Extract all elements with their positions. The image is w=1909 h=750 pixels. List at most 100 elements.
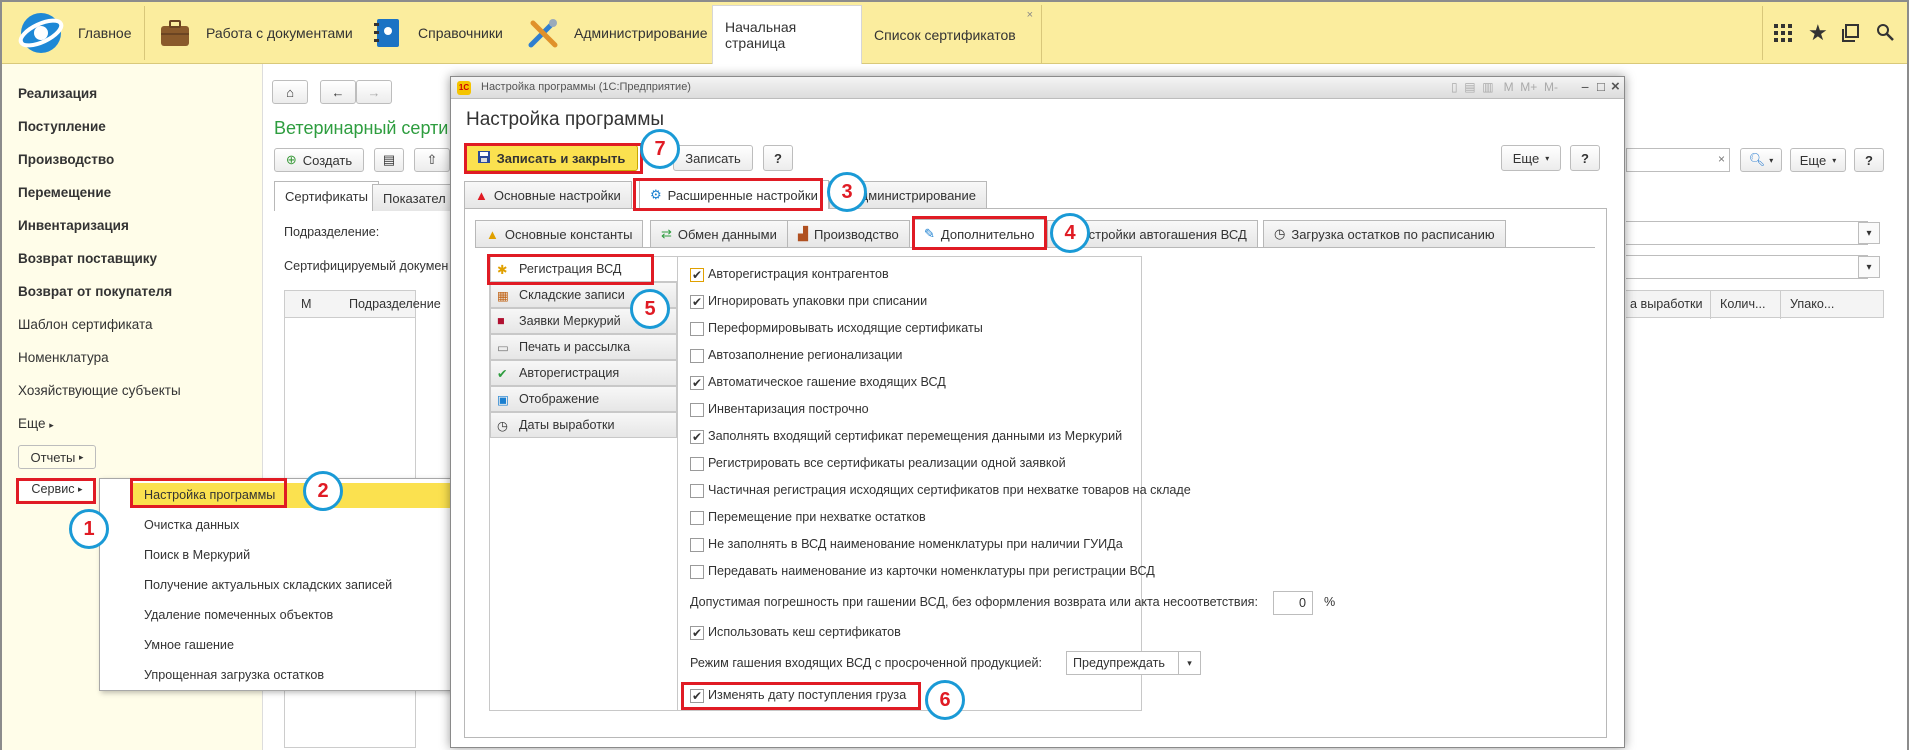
menu-item-mercury-search[interactable]: Поиск в Меркурий: [144, 548, 250, 562]
checkbox-reformat-outgoing[interactable]: [690, 322, 704, 336]
tolerance-label: Допустимая погрешность при гашении ВСД, …: [690, 595, 1258, 609]
back-button[interactable]: ←: [320, 80, 356, 104]
page-title: Ветеринарный серти: [274, 118, 449, 138]
sidebar-item-receipts[interactable]: Поступление: [18, 119, 106, 134]
sidebar-item-return-customer[interactable]: Возврат от покупателя: [18, 284, 172, 299]
tab-basic-settings[interactable]: ▲ Основные настройки: [464, 181, 632, 208]
clear-search-icon[interactable]: ×: [1718, 152, 1725, 166]
menu-item-smart-redeem[interactable]: Умное гашение: [144, 638, 234, 652]
col-subdivision[interactable]: Подразделение: [349, 297, 441, 311]
sidebar-item-more[interactable]: Еще ▸: [18, 416, 54, 431]
close-tab-icon[interactable]: ×: [1027, 9, 1033, 21]
copy-icon: ▤: [382, 152, 396, 167]
menu-item-stock-records[interactable]: Получение актуальных складских записей: [144, 578, 392, 592]
document-dropdown-icon[interactable]: ▾: [1858, 256, 1880, 278]
section-references[interactable]: Справочники: [370, 2, 503, 64]
main-more-label: Еще: [1799, 152, 1827, 168]
checkbox-transfer-shortage[interactable]: [690, 511, 704, 525]
checkbox-auto-register-counterparties[interactable]: ✔: [690, 268, 704, 282]
history-icon[interactable]: [1842, 24, 1860, 45]
section-documents[interactable]: Работа с документами: [158, 2, 353, 64]
annotation-badge-7: 7: [640, 129, 680, 169]
sidebar-item-entities[interactable]: Хозяйствующие субъекты: [18, 383, 181, 398]
print-button[interactable]: ⇧: [414, 148, 450, 172]
minimize-icon[interactable]: −: [1581, 79, 1589, 95]
sidebar-item-production[interactable]: Производство: [18, 152, 114, 167]
apps-grid-icon[interactable]: [1774, 24, 1792, 45]
tab-certs[interactable]: Сертификаты: [274, 181, 379, 211]
close-icon[interactable]: ×: [1611, 78, 1620, 95]
reports-button[interactable]: Отчеты ▸: [18, 445, 96, 469]
checkbox-ignore-packaging[interactable]: ✔: [690, 295, 704, 309]
tab-certificates[interactable]: Список сертификатов ×: [862, 5, 1042, 64]
chevron-down-icon[interactable]: ▾: [1178, 651, 1200, 675]
maximize-icon[interactable]: □: [1597, 79, 1605, 94]
col-packaging[interactable]: Упако...: [1790, 297, 1834, 311]
main-more-button[interactable]: Еще ▾: [1790, 148, 1846, 172]
search-button[interactable]: 🔍︎ ▾: [1740, 148, 1782, 172]
col-production-date[interactable]: а выработки: [1630, 297, 1703, 311]
checkbox-pass-card-name[interactable]: [690, 565, 704, 579]
checkbox-fill-incoming-transfer[interactable]: ✔: [690, 430, 704, 444]
subtab-scheduled-load[interactable]: ◷ Загрузка остатков по расписанию: [1263, 220, 1506, 247]
favorites-star-icon[interactable]: ★: [1808, 20, 1828, 46]
check-icon: ✔: [497, 367, 508, 381]
dialog-help2-button[interactable]: ?: [1570, 145, 1600, 171]
checkbox-auto-redeem-incoming[interactable]: ✔: [690, 376, 704, 390]
tolerance-input[interactable]: 0: [1273, 591, 1313, 615]
expired-mode-value: Предупреждать: [1073, 656, 1165, 670]
menu-item-simple-load[interactable]: Упрощенная загрузка остатков: [144, 668, 324, 682]
section-admin[interactable]: Администрирование: [526, 2, 708, 64]
home-button[interactable]: ⌂: [272, 80, 308, 104]
document-field[interactable]: [1626, 255, 1868, 279]
nav-autoregistration[interactable]: ✔ Авторегистрация: [490, 360, 677, 386]
checkbox-register-all-one-request[interactable]: [690, 457, 704, 471]
forward-button[interactable]: →: [356, 80, 392, 104]
expired-mode-select[interactable]: Предупреждать ▾: [1066, 651, 1201, 675]
nav-print-mailing[interactable]: ▭ Печать и рассылка: [490, 334, 677, 360]
tab-home[interactable]: Начальная страница: [712, 5, 862, 64]
save-button[interactable]: Записать: [673, 145, 753, 171]
dialog-help-label: ?: [774, 150, 782, 166]
create-button[interactable]: ⊕ Создать: [274, 148, 364, 172]
highlight-vsd-registration: [487, 254, 654, 285]
dialog-more-button[interactable]: Еще ▾: [1501, 145, 1561, 171]
search-input[interactable]: ×: [1626, 148, 1730, 172]
main-help-button[interactable]: ?: [1854, 148, 1884, 172]
sidebar-item-cert-template[interactable]: Шаблон сертификата: [18, 317, 153, 332]
window-tools-icons[interactable]: ▯ ▤ ▥ M M+ M-: [1451, 80, 1558, 94]
subtab-production[interactable]: ▟ Производство: [787, 220, 910, 247]
sidebar-item-inventory[interactable]: Инвентаризация: [18, 218, 129, 233]
sidebar-item-transfer[interactable]: Перемещение: [18, 185, 111, 200]
tab-certificates-label: Список сертификатов: [874, 26, 1016, 43]
clock-icon: ◷: [1274, 226, 1286, 241]
arrow-left-icon: ←: [331, 84, 345, 100]
sidebar-item-return-supplier[interactable]: Возврат поставщику: [18, 251, 157, 266]
sidebar-item-nomenclature[interactable]: Номенклатура: [18, 350, 109, 365]
subtab-basic-constants[interactable]: ▲ Основные константы: [475, 220, 644, 247]
checkbox-inventory-per-line[interactable]: [690, 403, 704, 417]
checkbox-autofill-regionalization[interactable]: [690, 349, 704, 363]
label-register-all-one-request: Регистрировать все сертификаты реализаци…: [708, 456, 1066, 470]
section-main[interactable]: Главное: [16, 2, 144, 64]
sidebar-item-sales[interactable]: Реализация: [18, 86, 97, 101]
printer-icon: ▭: [497, 341, 509, 355]
col-m[interactable]: М: [301, 297, 312, 311]
nav-production-dates[interactable]: ◷ Даты выработки: [490, 412, 677, 438]
checkbox-partial-registration[interactable]: [690, 484, 704, 498]
menu-item-delete-marked[interactable]: Удаление помеченных объектов: [144, 608, 333, 622]
subdivision-dropdown-icon[interactable]: ▾: [1858, 222, 1880, 244]
dialog-help-button[interactable]: ?: [763, 145, 793, 171]
magnifier-icon: 🔍︎: [1748, 152, 1766, 167]
col-quantity[interactable]: Колич...: [1720, 297, 1766, 311]
tab-indicators[interactable]: Показател: [372, 184, 457, 211]
nav-display[interactable]: ▣ Отображение: [490, 386, 677, 412]
checkbox-use-cache[interactable]: ✔: [690, 626, 704, 640]
copy-button[interactable]: ▤: [374, 148, 404, 172]
search-icon[interactable]: [1876, 23, 1894, 44]
subtab-data-exchange[interactable]: ⇄ Обмен данными: [650, 220, 788, 247]
subdivision-field[interactable]: [1626, 221, 1868, 245]
checkbox-no-nomenclature-name[interactable]: [690, 538, 704, 552]
menu-item-clear-data[interactable]: Очистка данных: [144, 518, 239, 532]
subtab-auto-redeem-label: Настройки автогашения ВСД: [1072, 226, 1247, 242]
